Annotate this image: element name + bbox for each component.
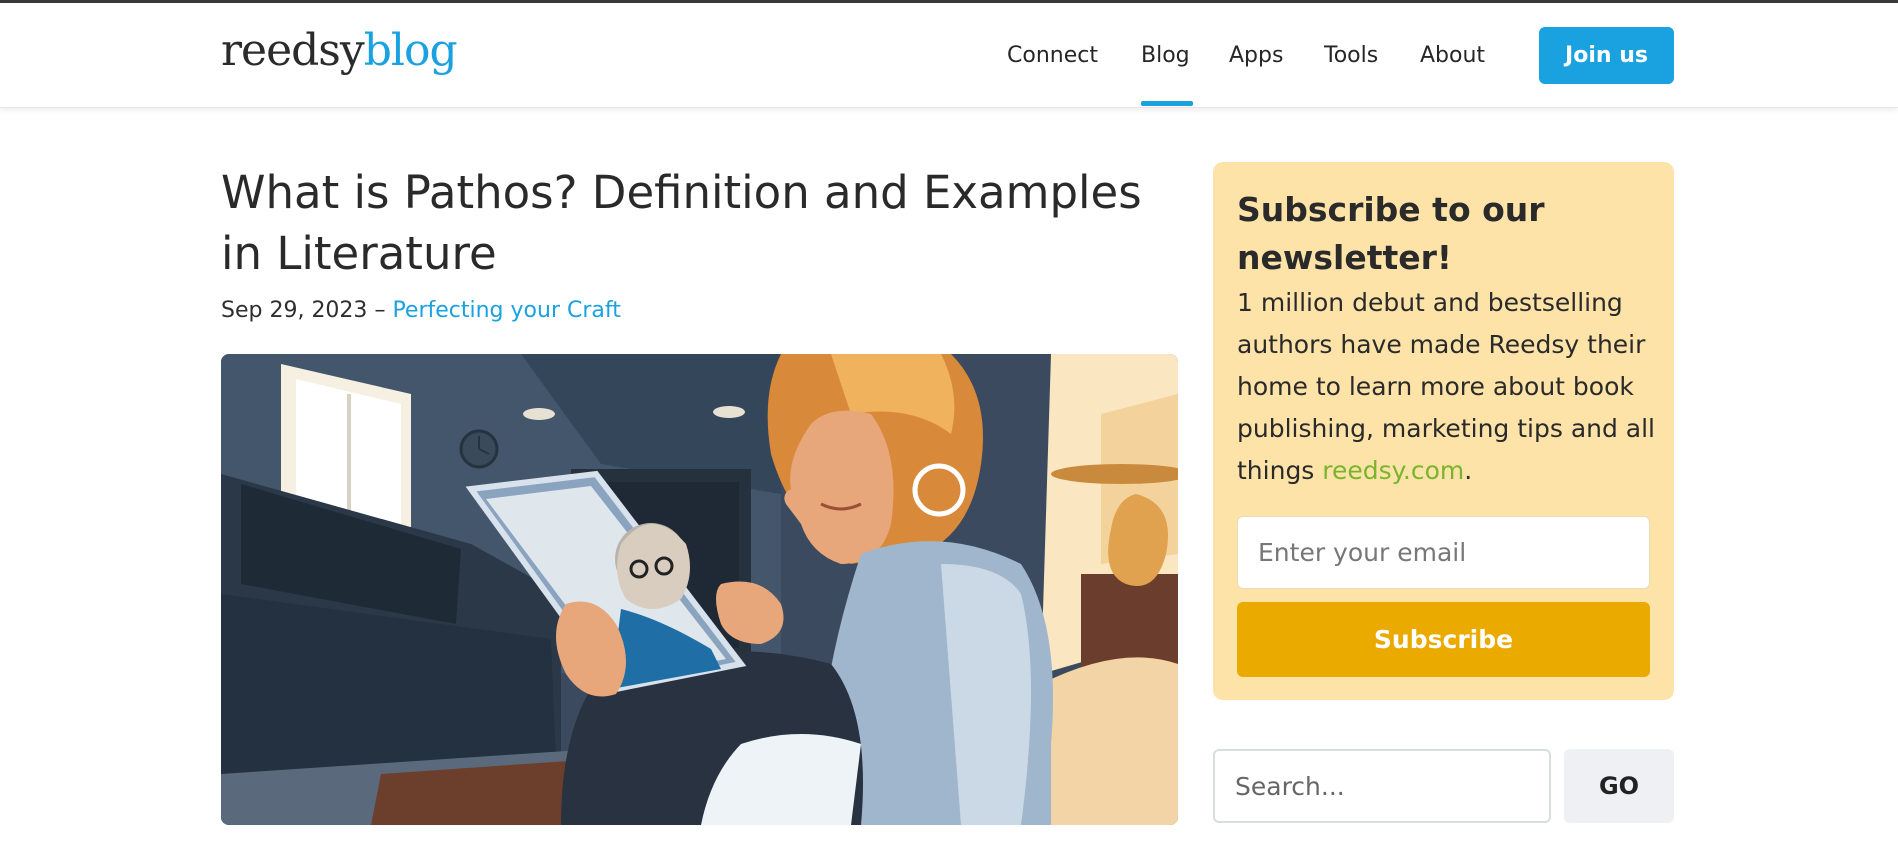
nav-item-connect[interactable]: Connect xyxy=(1007,43,1098,68)
site-logo[interactable]: reedsyblog xyxy=(221,25,458,76)
nav-item-about[interactable]: About xyxy=(1420,43,1485,68)
email-field[interactable] xyxy=(1237,516,1650,589)
hero-image xyxy=(221,354,1178,825)
nav-active-indicator xyxy=(1141,101,1193,106)
hero-illustration xyxy=(221,354,1178,825)
logo-product: blog xyxy=(363,25,458,76)
page-title: What is Pathos? Definition and Examples … xyxy=(221,166,1142,280)
nav-item-blog[interactable]: Blog xyxy=(1141,43,1190,68)
reedsy-link[interactable]: reedsy.com xyxy=(1322,456,1464,485)
nav-item-tools[interactable]: Tools xyxy=(1324,43,1378,68)
subscribe-button[interactable]: Subscribe xyxy=(1237,602,1650,677)
newsletter-text-end: . xyxy=(1464,456,1473,485)
newsletter-box: Subscribe to our newsletter! 1 million d… xyxy=(1213,162,1674,700)
newsletter-title: Subscribe to our newsletter! xyxy=(1237,190,1545,277)
article-meta: Sep 29, 2023 – Perfecting your Craft xyxy=(221,298,621,323)
article-date: Sep 29, 2023 xyxy=(221,298,368,323)
logo-brand: reedsy xyxy=(221,25,365,76)
site-header: reedsyblog Connect Blog Apps Tools About… xyxy=(0,3,1898,108)
meta-separator: – xyxy=(374,298,386,323)
article-category-link[interactable]: Perfecting your Craft xyxy=(392,298,620,323)
join-us-button[interactable]: Join us xyxy=(1539,27,1674,84)
newsletter-text: 1 million debut and bestselling authors … xyxy=(1237,282,1657,492)
search-go-button[interactable]: GO xyxy=(1564,749,1674,823)
search-input[interactable] xyxy=(1213,749,1551,823)
nav-item-apps[interactable]: Apps xyxy=(1229,43,1283,68)
